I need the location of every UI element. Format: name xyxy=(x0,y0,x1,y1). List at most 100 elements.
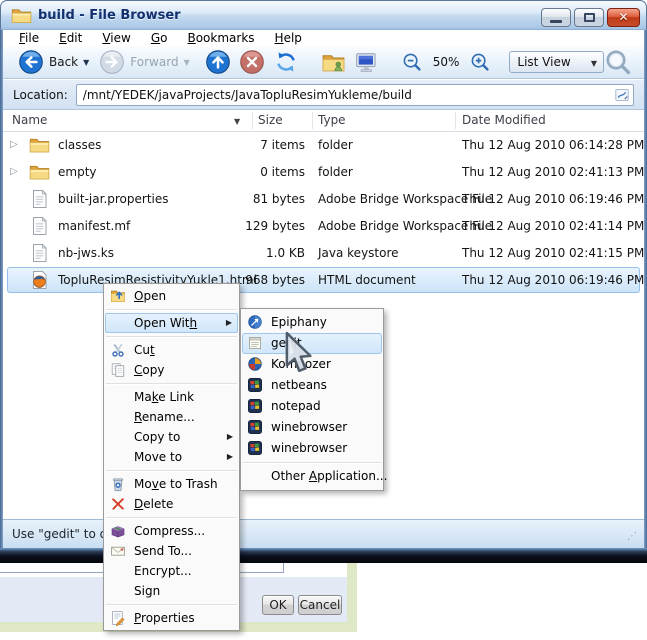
file-name: classes xyxy=(58,138,102,152)
column-separator[interactable] xyxy=(312,112,313,129)
submenu-arrow-icon: ▶ xyxy=(226,432,233,441)
menu-separator xyxy=(106,336,237,337)
menu-item-open-with[interactable]: Open With ▶ xyxy=(105,313,238,333)
menu-item-copy[interactable]: Copy xyxy=(104,360,239,380)
search-button[interactable] xyxy=(604,48,632,76)
home-button[interactable] xyxy=(321,50,346,75)
menu-item-winebrowser[interactable]: winebrowser xyxy=(241,438,383,459)
menu-item-netbeans[interactable]: netbeans xyxy=(241,375,383,396)
column-separator[interactable] xyxy=(455,112,456,129)
menu-item-label: Open xyxy=(134,289,167,303)
ok-button[interactable]: OK xyxy=(262,595,294,615)
back-dropdown-icon[interactable]: ▼ xyxy=(83,58,89,67)
folder-icon xyxy=(29,135,50,155)
menu-item-label: netbeans xyxy=(271,378,327,392)
menu-item-make-link[interactable]: Make Link xyxy=(104,387,239,407)
file-size: 0 items xyxy=(260,165,305,179)
location-input[interactable]: /mnt/YEDEK/javaProjects/JavaTopluResimYu… xyxy=(75,83,634,106)
titlebar[interactable]: build - File Browser ✕ xyxy=(0,0,647,30)
scissors-icon xyxy=(110,342,126,358)
zoom-level: 50% xyxy=(432,55,460,69)
minimize-button[interactable] xyxy=(541,8,571,27)
column-header-modified[interactable]: Date Modified xyxy=(462,113,546,127)
properties-icon xyxy=(110,610,126,626)
menu-item-notepad[interactable]: notepad xyxy=(241,396,383,417)
menu-item-sign[interactable]: Sign xyxy=(104,581,239,601)
zoom-in-button[interactable] xyxy=(469,51,491,73)
archive-icon xyxy=(110,523,126,539)
menu-item-label: Copy xyxy=(134,363,165,377)
file-row-empty[interactable]: ▷ empty 0 items folder Thu 12 Aug 2010 02:41… xyxy=(3,159,647,186)
file-row-built-jar.properties[interactable]: built-jar.properties 81 bytes Adobe Bridge… xyxy=(3,186,647,213)
column-header-name[interactable]: Name xyxy=(12,113,47,127)
menu-item-open[interactable]: Open xyxy=(104,286,239,306)
windows-logo-icon xyxy=(247,398,263,414)
screen: OK Cancel build - File Browser ✕ File Edi… xyxy=(0,0,647,640)
envelope-icon xyxy=(110,543,126,559)
up-icon xyxy=(205,49,231,75)
menu-item-other-application[interactable]: Other Application... xyxy=(241,466,387,487)
stop-button[interactable] xyxy=(239,49,265,75)
computer-button[interactable] xyxy=(354,50,379,75)
refresh-button[interactable] xyxy=(273,49,299,75)
expander-icon[interactable]: ▷ xyxy=(10,139,18,150)
maximize-button[interactable] xyxy=(574,8,604,27)
menu-item-label: Encrypt... xyxy=(134,564,192,578)
menu-item-copy-to[interactable]: Copy to ▶ xyxy=(104,427,239,447)
menu-view[interactable]: View xyxy=(92,30,140,46)
menu-item-move-to-trash[interactable]: Move to Trash xyxy=(104,474,239,494)
menu-item-delete[interactable]: Delete xyxy=(104,494,239,514)
file-name: empty xyxy=(58,165,97,179)
menu-file[interactable]: File xyxy=(9,30,49,46)
menu-item-move-to[interactable]: Move to ▶ xyxy=(104,447,239,467)
window-folder-icon xyxy=(11,7,32,24)
minimize-icon xyxy=(550,20,562,23)
column-header-size[interactable]: Size xyxy=(258,113,283,127)
stop-icon xyxy=(239,49,265,75)
menu-help[interactable]: Help xyxy=(265,30,312,46)
resize-grip[interactable]: ⋰ xyxy=(627,531,637,542)
windows-logo-icon xyxy=(247,440,263,456)
file-name: nb-jws.ks xyxy=(58,246,114,260)
submenu-arrow-icon: ▶ xyxy=(225,318,232,327)
up-button[interactable] xyxy=(205,49,231,75)
expander-icon[interactable]: ▷ xyxy=(10,166,18,177)
menu-item-label: Delete xyxy=(134,497,174,511)
forward-label: Forward xyxy=(130,55,179,69)
forward-button[interactable]: Forward ▼ xyxy=(94,47,194,77)
column-header-type[interactable]: Type xyxy=(318,113,346,127)
back-icon xyxy=(18,49,44,75)
list-header: Name ▼ Size Type Date Modified xyxy=(3,110,644,132)
file-modified: Thu 12 Aug 2010 02:41:14 PM EEST xyxy=(462,219,647,233)
menu-item-send-to[interactable]: Send To... xyxy=(104,541,239,561)
menu-item-winebrowser[interactable]: winebrowser xyxy=(241,417,383,438)
cancel-button[interactable]: Cancel xyxy=(298,595,342,615)
pen-icon[interactable] xyxy=(614,87,630,103)
menu-item-label: Open With xyxy=(134,316,198,330)
menu-go[interactable]: Go xyxy=(141,30,178,46)
file-row-classes[interactable]: ▷ classes 7 items folder Thu 12 Aug 2010 06:… xyxy=(3,132,647,159)
menu-item-compress[interactable]: Compress... xyxy=(104,521,239,541)
column-separator[interactable] xyxy=(252,112,253,129)
back-button[interactable]: Back ▼ xyxy=(13,47,94,77)
window-title: build - File Browser xyxy=(38,8,181,23)
menu-item-cut[interactable]: Cut xyxy=(104,340,239,360)
view-mode-select[interactable]: List View ▼ xyxy=(509,51,604,73)
file-row-nb-jws.ks[interactable]: nb-jws.ks 1.0 KB Java keystore Thu 12 Aug 2… xyxy=(3,240,647,267)
menu-item-epiphany[interactable]: Epiphany xyxy=(241,312,383,333)
menu-item-encrypt[interactable]: Encrypt... xyxy=(104,561,239,581)
menu-edit[interactable]: Edit xyxy=(49,30,92,46)
document-icon xyxy=(29,216,50,236)
file-size: 1.0 KB xyxy=(266,246,305,260)
forward-dropdown-icon[interactable]: ▼ xyxy=(184,58,190,67)
menu-bookmarks[interactable]: Bookmarks xyxy=(177,30,264,46)
file-row-TopluResimResistivityYukle1.html[interactable]: TopluResimResistivityYukle1.html 968 byte… xyxy=(3,267,647,294)
location-bar: Location: /mnt/YEDEK/javaProjects/JavaTo… xyxy=(3,80,644,110)
menu-item-rename[interactable]: Rename... xyxy=(104,407,239,427)
close-button[interactable]: ✕ xyxy=(607,8,640,27)
zoom-out-button[interactable] xyxy=(401,51,423,73)
menu-item-properties[interactable]: Properties xyxy=(104,608,239,628)
menu-item-label: Copy to xyxy=(134,430,181,444)
file-row-manifest.mf[interactable]: manifest.mf 129 bytes Adobe Bridge Workspa… xyxy=(3,213,647,240)
context-menu: Open Open With ▶ Cut Copy Make Link Rename... C… xyxy=(103,283,240,631)
